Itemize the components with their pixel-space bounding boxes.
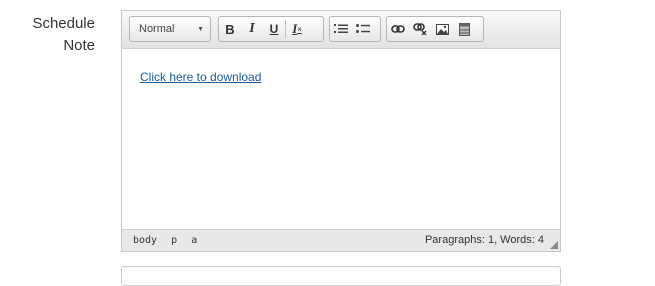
table-button[interactable] — [453, 17, 475, 41]
label-line-1: Schedule — [32, 15, 95, 32]
link-button[interactable] — [387, 17, 409, 41]
resize-handle-icon[interactable] — [550, 241, 558, 249]
path-item-a[interactable]: a — [191, 235, 197, 246]
element-path: body p a — [133, 235, 205, 246]
path-item-p[interactable]: p — [171, 235, 177, 246]
link-icon — [391, 25, 405, 33]
underline-button[interactable]: U — [263, 17, 285, 41]
insert-group — [386, 16, 484, 42]
basic-styles-group: B I U I × — [218, 16, 324, 42]
table-icon — [458, 22, 470, 36]
unlink-icon — [413, 23, 427, 35]
image-button[interactable] — [431, 17, 453, 41]
editor-status-bar: body p a Paragraphs: 1, Words: 4 — [122, 229, 560, 251]
editor-toolbar: Normal ▼ B I U I × — [122, 11, 560, 49]
numbered-list-button[interactable] — [330, 17, 352, 41]
label-line-2: Note — [63, 37, 95, 54]
remove-format-button[interactable]: I × — [286, 17, 308, 41]
unlink-button[interactable] — [409, 17, 431, 41]
chevron-down-icon: ▼ — [197, 26, 204, 33]
format-dropdown[interactable]: Normal ▼ — [129, 16, 211, 42]
list-group — [329, 16, 381, 42]
image-icon — [435, 23, 449, 35]
rich-text-editor: Normal ▼ B I U I × Click here to downloa… — [121, 10, 561, 252]
next-input-field[interactable] — [121, 266, 561, 286]
path-item-body[interactable]: body — [133, 235, 157, 246]
bulleted-list-icon — [356, 24, 370, 33]
bulleted-list-button[interactable] — [352, 17, 374, 41]
editor-content-area[interactable]: Click here to download — [122, 49, 560, 229]
word-count: Paragraphs: 1, Words: 4 — [424, 234, 544, 246]
bold-button[interactable]: B — [219, 17, 241, 41]
italic-button[interactable]: I — [241, 17, 263, 41]
download-link[interactable]: Click here to download — [140, 70, 261, 84]
numbered-list-icon — [334, 24, 348, 33]
format-value: Normal — [139, 23, 175, 35]
schedule-note-label: Schedule Note — [20, 13, 95, 57]
